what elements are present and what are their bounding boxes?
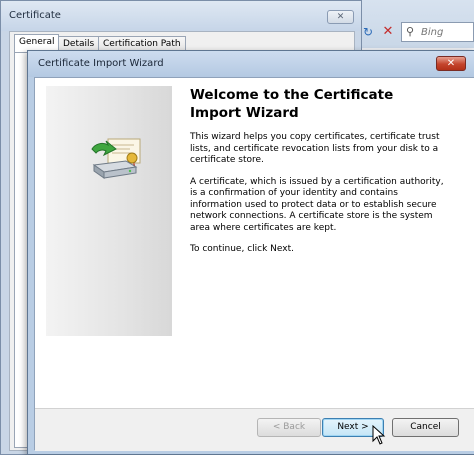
wizard-continue-text: To continue, click Next. (190, 244, 294, 254)
certificate-dialog-close-button[interactable]: ✕ (327, 10, 354, 24)
wizard-heading: Welcome to the Certificate Import Wizard (190, 87, 394, 121)
wizard-client-area: Welcome to the Certificate Import Wizard… (34, 77, 474, 451)
stop-icon[interactable]: ✕ (378, 22, 398, 42)
back-button[interactable]: < Back (257, 418, 321, 437)
certificate-import-wizard: Certificate Import Wizard ✕ Welcome to t… (27, 50, 474, 455)
wizard-button-bar: < Back Next > Cancel (35, 408, 474, 451)
search-icon: ⚲ (406, 25, 415, 38)
certificate-import-icon (91, 138, 141, 179)
wizard-close-button[interactable]: ✕ (436, 56, 466, 71)
wizard-intro-text: This wizard helps you copy certificates,… (190, 132, 440, 165)
search-box[interactable]: ⚲ (401, 22, 474, 42)
refresh-icon[interactable]: ↻ (358, 22, 378, 42)
wizard-title: Certificate Import Wizard (38, 58, 164, 69)
certificate-dialog-title: Certificate (9, 10, 61, 21)
cancel-button[interactable]: Cancel (392, 418, 459, 437)
wizard-content: Welcome to the Certificate Import Wizard… (190, 86, 445, 266)
wizard-titlebar[interactable]: Certificate Import Wizard ✕ (28, 51, 474, 77)
search-input[interactable] (421, 23, 473, 41)
wizard-description-text: A certificate, which is issued by a cert… (190, 176, 444, 233)
mouse-pointer-icon (372, 425, 386, 445)
wizard-side-banner (46, 86, 172, 336)
certificate-dialog-titlebar[interactable]: Certificate ✕ (1, 1, 361, 31)
